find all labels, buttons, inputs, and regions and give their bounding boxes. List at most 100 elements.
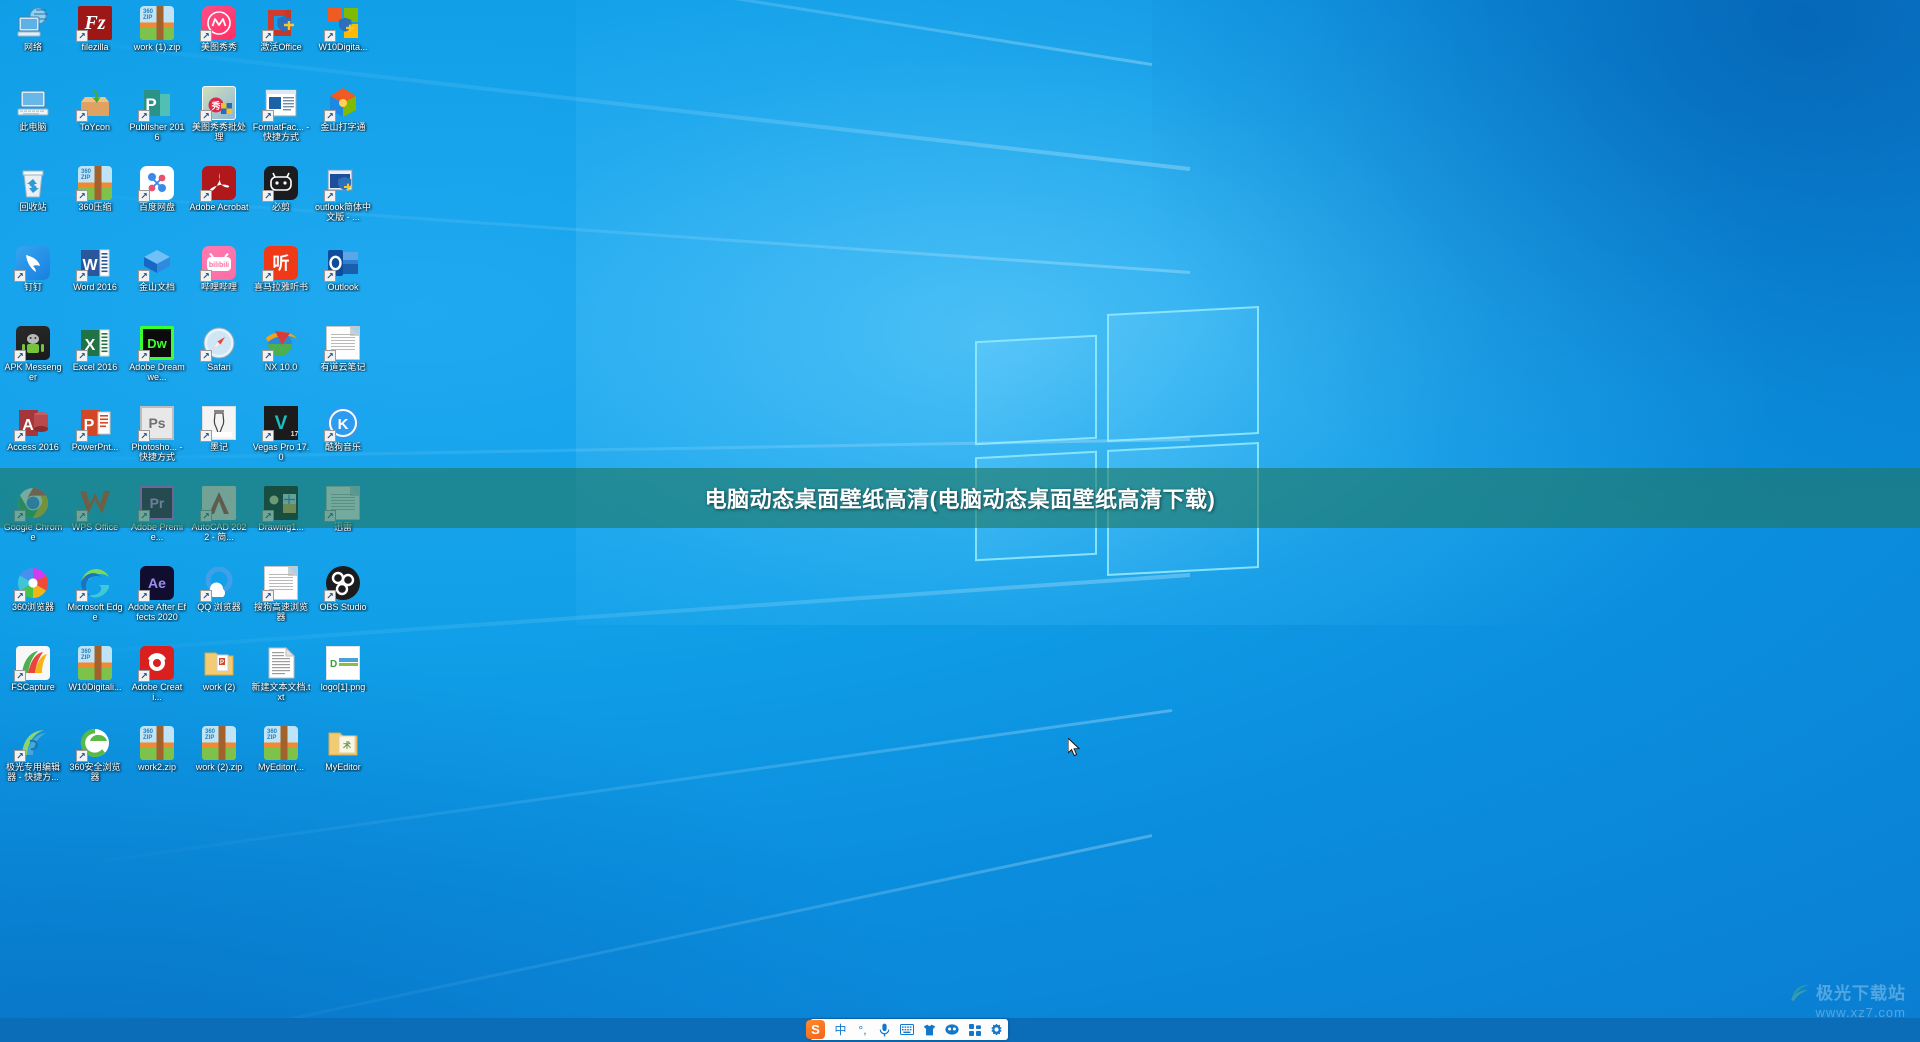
- ime-punctuation-button[interactable]: °,: [856, 1020, 869, 1039]
- wps-icon[interactable]: [76, 486, 112, 522]
- ime-app-grid-icon[interactable]: [968, 1020, 981, 1039]
- publisher-icon[interactable]: P: [138, 86, 174, 122]
- desktop-icon[interactable]: XExcel 2016: [64, 322, 126, 402]
- outlook-old-icon[interactable]: [324, 166, 360, 202]
- folder-p-icon[interactable]: P: [202, 646, 236, 680]
- desktop-icon[interactable]: Google Chrome: [2, 482, 64, 562]
- apk-icon[interactable]: [14, 326, 50, 362]
- doc-icon[interactable]: [324, 486, 360, 522]
- desktop-icon[interactable]: 激活Office: [250, 2, 312, 82]
- desktop-icon[interactable]: 此电脑: [2, 82, 64, 162]
- desktop-icon[interactable]: 360安全浏览器: [64, 722, 126, 802]
- desktop-icon[interactable]: FormatFac... - 快捷方式: [250, 82, 312, 162]
- zip360-icon[interactable]: 360 ZIP: [78, 646, 112, 680]
- ime-skin-icon[interactable]: [923, 1020, 936, 1039]
- toycon-icon[interactable]: [76, 86, 112, 122]
- desktop-icon[interactable]: 听喜马拉雅听书: [250, 242, 312, 322]
- desktop-icon[interactable]: Adobe Acrobat: [188, 162, 250, 242]
- desktop-icon[interactable]: PPublisher 2016: [126, 82, 188, 162]
- desktop-icon[interactable]: 秀美图秀秀批处理: [188, 82, 250, 162]
- doc-icon[interactable]: [324, 326, 360, 362]
- word-icon[interactable]: W: [76, 246, 112, 282]
- bijian-icon[interactable]: [262, 166, 298, 202]
- browser360-icon[interactable]: [14, 566, 50, 602]
- desktop-icon[interactable]: PrAdobe Premie...: [126, 482, 188, 562]
- desktop-icon[interactable]: FSCapture: [2, 642, 64, 722]
- desktop-icon[interactable]: bilibili 哔哩哔哩: [188, 242, 250, 322]
- desktop-icon[interactable]: Drawing1...: [250, 482, 312, 562]
- desktop-icon[interactable]: W10Digita...: [312, 2, 374, 82]
- desktop-icon[interactable]: PPowerPnt...: [64, 402, 126, 482]
- desktop-icon[interactable]: AutoCAD 2022 - 简...: [188, 482, 250, 562]
- desktop-icon[interactable]: Microsoft Edge: [64, 562, 126, 642]
- desktop-icon[interactable]: Outlook: [312, 242, 374, 322]
- desktop-icon[interactable]: WWord 2016: [64, 242, 126, 322]
- access-icon[interactable]: A: [14, 406, 50, 442]
- dreamweaver-icon[interactable]: Dw: [138, 326, 174, 362]
- desktop-icon[interactable]: AeAdobe After Effects 2020: [126, 562, 188, 642]
- aftereffects-icon[interactable]: Ae: [138, 566, 174, 602]
- desktop-icon[interactable]: 360 ZIP W10Digitali...: [64, 642, 126, 722]
- desktop-icon[interactable]: Fzfilezilla: [64, 2, 126, 82]
- baidu-netdisk-icon[interactable]: [138, 166, 174, 202]
- sogou-ime-toolbar[interactable]: S 中 °,: [806, 1019, 1008, 1040]
- zip360-icon[interactable]: 360 ZIP: [76, 166, 112, 202]
- photoshop-icon[interactable]: Ps: [138, 406, 174, 442]
- ime-emoji-icon[interactable]: [945, 1020, 959, 1039]
- desktop-icon[interactable]: PsPhotosho... - 快捷方式: [126, 402, 188, 482]
- obs-icon[interactable]: [324, 566, 360, 602]
- desktop-icon[interactable]: Dlogo[1].png: [312, 642, 374, 722]
- desktop-icon[interactable]: 360ZIP360压缩: [64, 162, 126, 242]
- kugou-icon[interactable]: K: [324, 406, 360, 442]
- fscapture-icon[interactable]: [14, 646, 50, 682]
- desktop-icon[interactable]: ToYcon: [64, 82, 126, 162]
- filezilla-icon[interactable]: Fz: [76, 6, 112, 42]
- desktop-icon[interactable]: 金山打字通: [312, 82, 374, 162]
- outlook-icon[interactable]: [324, 246, 360, 282]
- desktop-icon[interactable]: AAccess 2016: [2, 402, 64, 482]
- shield-win-icon[interactable]: [324, 6, 360, 42]
- ime-soft-keyboard-icon[interactable]: [900, 1020, 914, 1039]
- desktop-icon[interactable]: Adobe Creati...: [126, 642, 188, 722]
- desktop-icon[interactable]: K 酷狗音乐: [312, 402, 374, 482]
- ime-settings-icon[interactable]: [990, 1020, 1003, 1039]
- vegas-icon[interactable]: V 17: [262, 406, 298, 442]
- chrome-icon[interactable]: [14, 486, 50, 522]
- zip360-icon[interactable]: 360 ZIP: [140, 726, 174, 760]
- desktop-icon[interactable]: 回收站: [2, 162, 64, 242]
- desktop-icon[interactable]: Pwork (2): [188, 642, 250, 722]
- doc-icon[interactable]: [262, 566, 298, 602]
- excel-icon[interactable]: X: [76, 326, 112, 362]
- jiguang-icon[interactable]: [14, 726, 50, 762]
- autocad-icon[interactable]: [200, 486, 236, 522]
- dingtalk-icon[interactable]: [14, 246, 50, 282]
- ime-chinese-mode-button[interactable]: 中: [834, 1020, 847, 1039]
- desktop-icon[interactable]: 360 ZIP MyEditor(...: [250, 722, 312, 802]
- desktop-icon[interactable]: 新建文本文档.txt: [250, 642, 312, 722]
- qqbrowser-icon[interactable]: [200, 566, 236, 602]
- desktop-icon[interactable]: V17Vegas Pro 17.0: [250, 402, 312, 482]
- desktop-icon[interactable]: 网络: [2, 2, 64, 82]
- safari-icon[interactable]: [200, 326, 236, 362]
- desktop-icon[interactable]: 必剪: [250, 162, 312, 242]
- zip360-icon[interactable]: 360 ZIP: [264, 726, 298, 760]
- desktop-icon[interactable]: DwAdobe Dreamwe...: [126, 322, 188, 402]
- desktop-icon[interactable]: NX 10.0: [250, 322, 312, 402]
- premiere-icon[interactable]: Pr: [138, 486, 174, 522]
- meitu-batch-icon[interactable]: 秀: [200, 86, 236, 122]
- zip360-icon[interactable]: 360 ZIP: [202, 726, 236, 760]
- desktop-icon[interactable]: 360 ZIP work2.zip: [126, 722, 188, 802]
- desktop-icon[interactable]: 极光专用编辑器 - 快捷方...: [2, 722, 64, 802]
- jinshan-doc-icon[interactable]: [138, 246, 174, 282]
- desktop-icon[interactable]: 金山文档: [126, 242, 188, 322]
- desktop-icon[interactable]: OBS Studio: [312, 562, 374, 642]
- shield-red-icon[interactable]: [262, 6, 298, 42]
- desktop-icon[interactable]: 有道云笔记: [312, 322, 374, 402]
- zip360-icon[interactable]: 360 ZIP: [140, 6, 174, 40]
- desktop-icon[interactable]: 术 MyEditor: [312, 722, 374, 802]
- powerpoint-icon[interactable]: P: [76, 406, 112, 442]
- recycle-bin-icon[interactable]: [16, 166, 50, 200]
- desktop-icon[interactable]: 搜狗高速浏览器: [250, 562, 312, 642]
- desktop-icon[interactable]: outlook简体中文版 - ...: [312, 162, 374, 242]
- network-icon[interactable]: [16, 6, 50, 40]
